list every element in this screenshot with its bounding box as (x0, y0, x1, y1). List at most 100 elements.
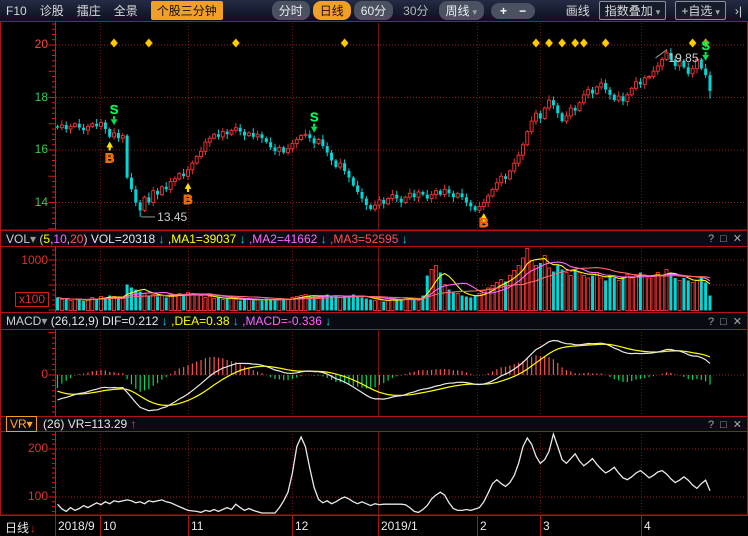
volume-ma-lines (58, 259, 711, 301)
date-tick-label: 3 (543, 519, 550, 533)
zoom-out-button[interactable]: − (519, 4, 526, 18)
tab-weekly[interactable]: 周线▾ (439, 1, 485, 20)
chevron-down-icon: ▾ (473, 7, 478, 17)
period-tab-group: 分时 日线 60分 30分 周线▾ +− (272, 1, 535, 20)
event-diamond-icon (145, 39, 153, 48)
date-axis-separator (378, 516, 379, 536)
zoom-in-button[interactable]: + (500, 4, 507, 18)
vr-header-segment: ↑ (127, 417, 136, 431)
grid-layer (56, 23, 746, 515)
vol-header-segment: ,MA3=52595 (330, 232, 398, 246)
date-tick-label: 2018/9 (58, 519, 95, 533)
collapse-panel-icon[interactable]: ›| (735, 4, 742, 18)
period-indicator[interactable]: 日线↓ (5, 519, 36, 536)
close-icon[interactable]: ✕ (733, 419, 742, 431)
vol-panel-header: VOL▾ (5,10,20) VOL=20318 ↓ ,MA1=39037 ↓ … (0, 230, 748, 247)
annotations-layer: BSBSBS13.4519.85 (105, 38, 710, 230)
maximize-icon[interactable]: □ (720, 316, 727, 328)
date-axis-separator (477, 516, 478, 536)
close-icon[interactable]: ✕ (733, 316, 742, 328)
macd-header-segment: ,DEA=0.38 (171, 314, 229, 328)
vr-layer (58, 434, 711, 513)
help-icon[interactable]: ? (708, 316, 714, 328)
event-diamond-icon (689, 39, 697, 48)
low-price-tag: 13.45 (157, 210, 187, 224)
tab-30min[interactable]: 30分 (396, 1, 435, 20)
close-icon[interactable]: ✕ (733, 233, 742, 245)
top-toolbar: F10 诊股 擂庄 全景 个股三分钟 分时 日线 60分 30分 周线▾ +− … (0, 0, 748, 22)
event-diamond-icon (532, 39, 540, 48)
buy-signal-marker: B (183, 192, 192, 207)
event-diamond-icon (602, 39, 610, 48)
vr-header-segment[interactable]: VR▾ (6, 416, 37, 432)
tab-intraday[interactable]: 分时 (272, 1, 310, 20)
date-tick-label: 10 (103, 519, 116, 533)
menu-overview[interactable]: 全景 (114, 2, 138, 19)
date-axis-separator (55, 516, 56, 536)
vol-header-segment: ↓ (155, 232, 168, 246)
sell-arrow-icon (702, 55, 709, 61)
vol-indicator-selector[interactable]: VOL▾ (5,10,20) VOL=20318 ↓ ,MA1=39037 ↓ … (6, 232, 408, 246)
macd-header-segment: MACD (6, 314, 41, 328)
tab-weekly-label: 周线 (446, 4, 470, 18)
add-watchlist-label: +自选 (681, 4, 712, 18)
macd-header-segment: ▾ (41, 314, 50, 328)
vol-header-segment: 20 (70, 232, 83, 246)
arrow-down-icon: ↓ (30, 521, 36, 535)
macd-layer (58, 341, 711, 411)
add-watchlist-button[interactable]: +自选▾ (675, 1, 726, 20)
vol-header-segment: ▾ (30, 232, 39, 246)
macd-header-segment: DIF=0.212 (102, 314, 158, 328)
toolbar-right-group: 画线 指数叠加▾ +自选▾ ›| (566, 1, 742, 20)
buy-arrow-icon (185, 183, 192, 189)
macd-indicator-selector[interactable]: MACD▾ (26,12,9) DIF=0.212 ↓ ,DEA=0.38 ↓ … (6, 314, 331, 328)
vr-header-segment: VR=113.29 (68, 417, 128, 431)
vol-header-segment: ,MA1=39037 (168, 232, 236, 246)
event-diamond-icon (110, 39, 118, 48)
event-diamond-icon (571, 39, 579, 48)
chevron-down-icon: ▾ (715, 7, 720, 17)
vol-header-icons: ? □ ✕ (702, 232, 742, 245)
vol-header-segment: ) (83, 232, 90, 246)
menu-leizhuang[interactable]: 擂庄 (77, 2, 101, 19)
vr-panel-header: VR▾ (26) VR=113.29 ↑ ? □ ✕ (0, 416, 748, 432)
date-tick-label: 4 (644, 519, 651, 533)
help-icon[interactable]: ? (708, 419, 714, 431)
chevron-down-icon: ▾ (656, 7, 661, 17)
tab-daily[interactable]: 日线 (313, 1, 351, 20)
vol-header-segment: ↓ (317, 232, 330, 246)
vol-header-segment: ,MA2=41662 (249, 232, 317, 246)
vol-header-segment: 10 (53, 232, 66, 246)
tab-60min[interactable]: 60分 (354, 1, 393, 20)
macd-header-segment: ↓ (158, 314, 171, 328)
draw-line-button[interactable]: 画线 (566, 2, 590, 19)
sell-signal-marker: S (701, 38, 710, 53)
stock-3min-button[interactable]: 个股三分钟 (151, 1, 223, 20)
vr-indicator-selector[interactable]: VR▾ (26) VR=113.29 ↑ (6, 417, 137, 431)
vol-header-segment: VOL (6, 232, 30, 246)
date-axis-separator (641, 516, 642, 536)
date-axis-separator (540, 516, 541, 536)
vol-header-segment: ↓ (398, 232, 407, 246)
buy-signal-marker: B (105, 150, 114, 165)
macd-header-segment: ,MACD=-0.336 (242, 314, 322, 328)
period-indicator-label: 日线 (5, 521, 29, 535)
help-icon[interactable]: ? (708, 233, 714, 245)
sell-arrow-icon (111, 119, 118, 125)
event-diamond-icon (341, 39, 349, 48)
macd-header-segment: (26,12,9) (51, 314, 102, 328)
vr-header-icons: ? □ ✕ (702, 418, 742, 431)
macd-header-segment: ↓ (322, 314, 331, 328)
macd-header-icons: ? □ ✕ (702, 315, 742, 328)
high-price-tag: 19.85 (669, 51, 699, 65)
zoom-button-group: +− (491, 3, 535, 19)
date-tick-label: 11 (191, 519, 203, 533)
index-overlay-button[interactable]: 指数叠加▾ (599, 1, 667, 20)
vol-header-segment: ↓ (236, 232, 249, 246)
menu-diagnose-stock[interactable]: 诊股 (40, 2, 64, 19)
maximize-icon[interactable]: □ (720, 419, 727, 431)
menu-f10[interactable]: F10 (6, 4, 27, 18)
date-tick-label: 2 (480, 519, 487, 533)
macd-header-segment: ↓ (230, 314, 243, 328)
maximize-icon[interactable]: □ (720, 233, 727, 245)
